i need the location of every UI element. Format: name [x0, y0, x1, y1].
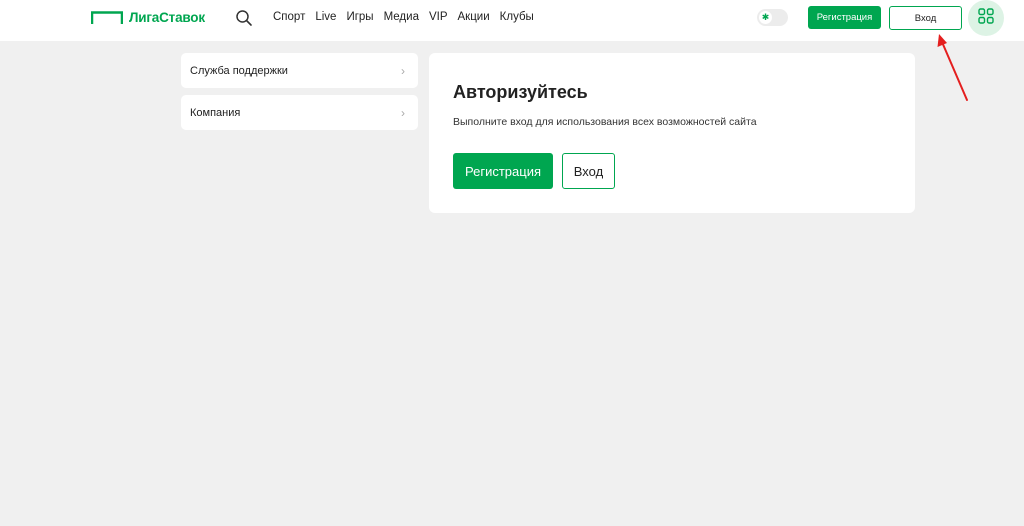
sidebar-item-support[interactable]: Служба поддержки › [181, 53, 418, 88]
top-navigation-bar: ЛигаСтавок Спорт Live Игры Медиа VIP Акц… [0, 0, 1024, 41]
auth-prompt-card: Авторизуйтесь Выполните вход для использ… [429, 53, 915, 213]
auth-description: Выполните вход для использования всех во… [453, 116, 757, 128]
sidebar-item-label: Служба поддержки [190, 64, 288, 77]
chevron-right-icon: › [401, 105, 405, 120]
logo-text: ЛигаСтавок [129, 10, 205, 25]
page-title: Авторизуйтесь [453, 82, 588, 102]
annotation-arrow-icon [930, 32, 972, 109]
grid-icon [978, 7, 994, 29]
header-login-button[interactable]: Вход [889, 6, 962, 30]
logo-mark-icon [91, 11, 123, 25]
header-register-button[interactable]: Регистрация [808, 6, 881, 29]
sun-icon: ✱ [759, 11, 772, 24]
apps-menu-button[interactable] [968, 0, 1004, 36]
nav-item-live[interactable]: Live [315, 9, 336, 25]
nav-item-promotions[interactable]: Акции [458, 9, 490, 25]
search-icon[interactable] [235, 9, 253, 27]
nav-item-clubs[interactable]: Клубы [500, 9, 534, 25]
nav-item-sport[interactable]: Спорт [273, 9, 305, 25]
theme-toggle[interactable]: ✱ [757, 9, 788, 26]
sidebar-item-label: Компания [190, 106, 241, 119]
nav-item-media[interactable]: Медиа [384, 9, 419, 25]
nav-item-games[interactable]: Игры [346, 9, 373, 25]
main-nav: Спорт Live Игры Медиа VIP Акции Клубы [273, 9, 544, 25]
nav-item-vip[interactable]: VIP [429, 9, 448, 25]
chevron-right-icon: › [401, 63, 405, 78]
login-button[interactable]: Вход [562, 153, 615, 189]
register-button[interactable]: Регистрация [453, 153, 553, 189]
logo[interactable]: ЛигаСтавок [91, 10, 205, 26]
sidebar-item-company[interactable]: Компания › [181, 95, 418, 130]
